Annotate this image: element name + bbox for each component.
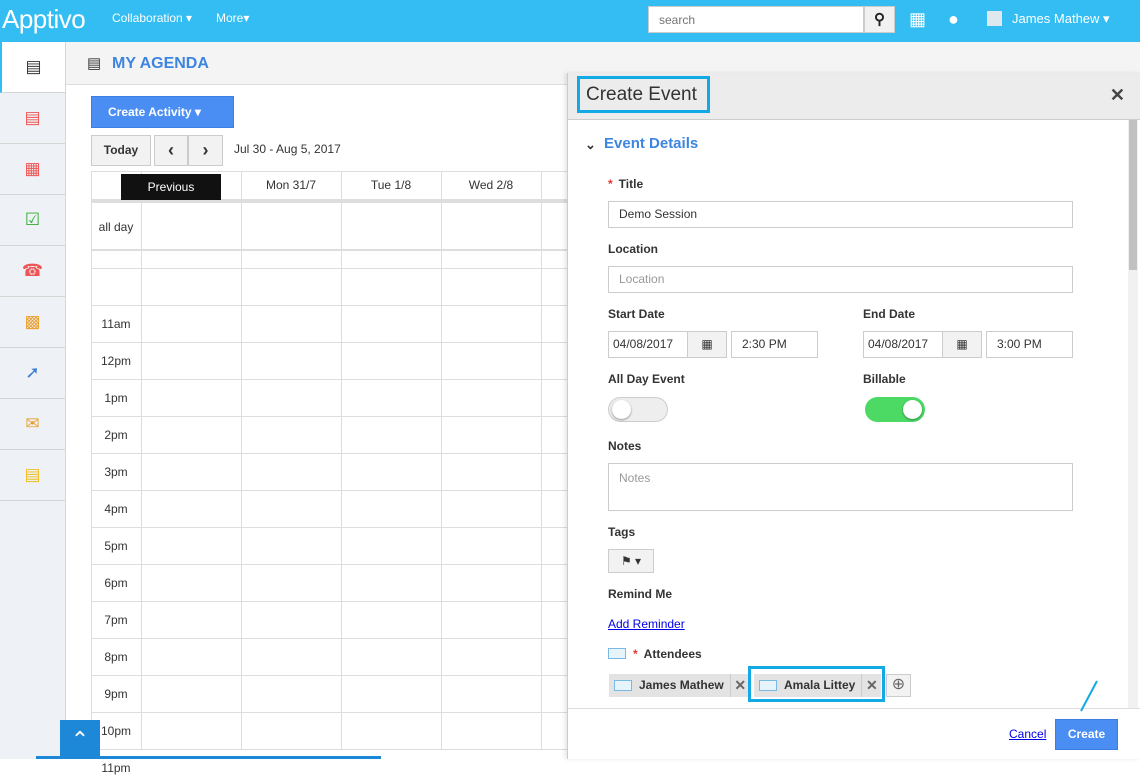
- tags-label: Tags: [608, 525, 636, 539]
- remind-me-label: Remind Me: [608, 587, 673, 601]
- pin-icon[interactable]: ➚: [0, 348, 65, 399]
- time-label: 7pm: [104, 613, 128, 627]
- mail-icon[interactable]: ✉: [0, 399, 65, 450]
- arrow-annotation: [1080, 680, 1098, 712]
- attendee-chip: Amala Littey ✕: [754, 674, 882, 697]
- search-icon: ⚲: [874, 11, 885, 28]
- contact-card-icon: [759, 680, 777, 691]
- title-label: Title: [618, 177, 644, 191]
- location-input[interactable]: Location: [608, 266, 1073, 293]
- notes-label: Notes: [608, 439, 642, 453]
- day-header: Tue 1/8: [370, 178, 412, 192]
- notes-icon[interactable]: ▤: [0, 450, 65, 501]
- time-label: 1pm: [104, 391, 128, 405]
- scrollbar[interactable]: [1128, 120, 1138, 708]
- time-label: 3pm: [104, 465, 128, 479]
- task-icon[interactable]: ☑: [0, 195, 65, 246]
- previous-button[interactable]: ‹: [154, 135, 188, 166]
- nav-more[interactable]: More▾: [216, 11, 249, 25]
- title-input[interactable]: Demo Session: [608, 201, 1073, 228]
- tooltip: Previous: [121, 174, 221, 200]
- calendar-icon[interactable]: ▦: [0, 144, 65, 195]
- date-range: Jul 30 - Aug 5, 2017: [234, 142, 341, 156]
- contact-card-icon: [614, 680, 632, 691]
- next-button[interactable]: ›: [188, 135, 223, 166]
- agenda-icon[interactable]: ▤: [0, 42, 65, 93]
- billable-toggle[interactable]: [865, 397, 925, 422]
- add-attendee-icon[interactable]: ⊕: [886, 674, 911, 697]
- calendar-icon[interactable]: ▦: [687, 331, 727, 358]
- panel-title: Create Event: [577, 76, 710, 113]
- logo[interactable]: Apptivo: [2, 4, 86, 35]
- section-event-details[interactable]: Event Details: [604, 135, 698, 152]
- time-label: 5pm: [104, 539, 128, 553]
- all-day-label: all day: [98, 220, 134, 234]
- end-date-input[interactable]: 04/08/2017: [863, 331, 943, 358]
- attendee-chip: James Mathew ✕: [609, 674, 750, 697]
- create-button[interactable]: Create: [1055, 719, 1118, 750]
- avatar[interactable]: [987, 11, 1002, 26]
- scroll-up-button[interactable]: ⌃: [60, 720, 100, 759]
- time-label: 11pm: [101, 761, 131, 775]
- all-day-label: All Day Event: [608, 372, 685, 386]
- chat-icon[interactable]: ●: [948, 9, 959, 30]
- day-header: Mon 31/7: [265, 178, 317, 192]
- attendees-label: Attendees: [643, 647, 702, 661]
- end-time-input[interactable]: 3:00 PM: [986, 331, 1073, 358]
- chevron-down-icon[interactable]: ⌄: [585, 137, 596, 153]
- cancel-link[interactable]: Cancel: [1009, 727, 1046, 741]
- time-label: 9pm: [104, 687, 128, 701]
- user-menu[interactable]: James Mathew ▾: [1012, 11, 1110, 27]
- agenda-icon: ▤: [87, 55, 102, 72]
- calendar-icon[interactable]: ▦: [942, 331, 982, 358]
- time-label: 11am: [101, 317, 131, 331]
- search-input[interactable]: [648, 6, 864, 33]
- all-day-toggle[interactable]: [608, 397, 668, 422]
- contact-card-icon[interactable]: [608, 648, 626, 659]
- top-bar: Apptivo Collaboration ▾ More▾ ⚲ ▦ ● Jame…: [0, 0, 1140, 42]
- panel-header: Create Event ✕: [568, 73, 1140, 120]
- search-button[interactable]: ⚲: [864, 6, 895, 33]
- calendar-list-icon[interactable]: ▤: [0, 93, 65, 144]
- create-event-panel: Create Event ✕ ⌄ Event Details * Title De…: [567, 73, 1140, 759]
- nav-collaboration[interactable]: Collaboration ▾: [112, 11, 192, 25]
- start-time-input[interactable]: 2:30 PM: [731, 331, 818, 358]
- time-label: 8pm: [104, 650, 128, 664]
- page-title: MY AGENDA: [112, 55, 209, 72]
- sidebar: ▤ ▤ ▦ ☑ ☎ ▩ ➚ ✉ ▤: [0, 42, 66, 759]
- time-label: 6pm: [104, 576, 128, 590]
- follow-up-icon[interactable]: ▩: [0, 297, 65, 348]
- billable-label: Billable: [863, 372, 906, 386]
- store-icon[interactable]: ▦: [909, 9, 926, 30]
- create-activity-button[interactable]: Create Activity ▾: [91, 96, 234, 128]
- location-label: Location: [608, 242, 658, 256]
- time-label: 2pm: [104, 428, 128, 442]
- notes-textarea[interactable]: Notes: [608, 463, 1073, 511]
- end-date-label: End Date: [863, 307, 916, 321]
- close-icon[interactable]: ✕: [1110, 85, 1125, 106]
- tag-icon: ⚑: [620, 554, 632, 568]
- start-date-input[interactable]: 04/08/2017: [608, 331, 688, 358]
- day-header: Wed 2/8: [468, 178, 514, 192]
- start-date-label: Start Date: [608, 307, 665, 321]
- remove-icon[interactable]: ✕: [861, 674, 881, 697]
- time-label: 4pm: [104, 502, 128, 516]
- call-log-icon[interactable]: ☎: [0, 246, 65, 297]
- tags-dropdown[interactable]: ⚑ ▾: [608, 549, 654, 573]
- remove-icon[interactable]: ✕: [729, 674, 750, 697]
- add-reminder-link[interactable]: Add Reminder: [608, 617, 685, 631]
- today-button[interactable]: Today: [91, 135, 151, 166]
- time-label: 12pm: [100, 354, 132, 368]
